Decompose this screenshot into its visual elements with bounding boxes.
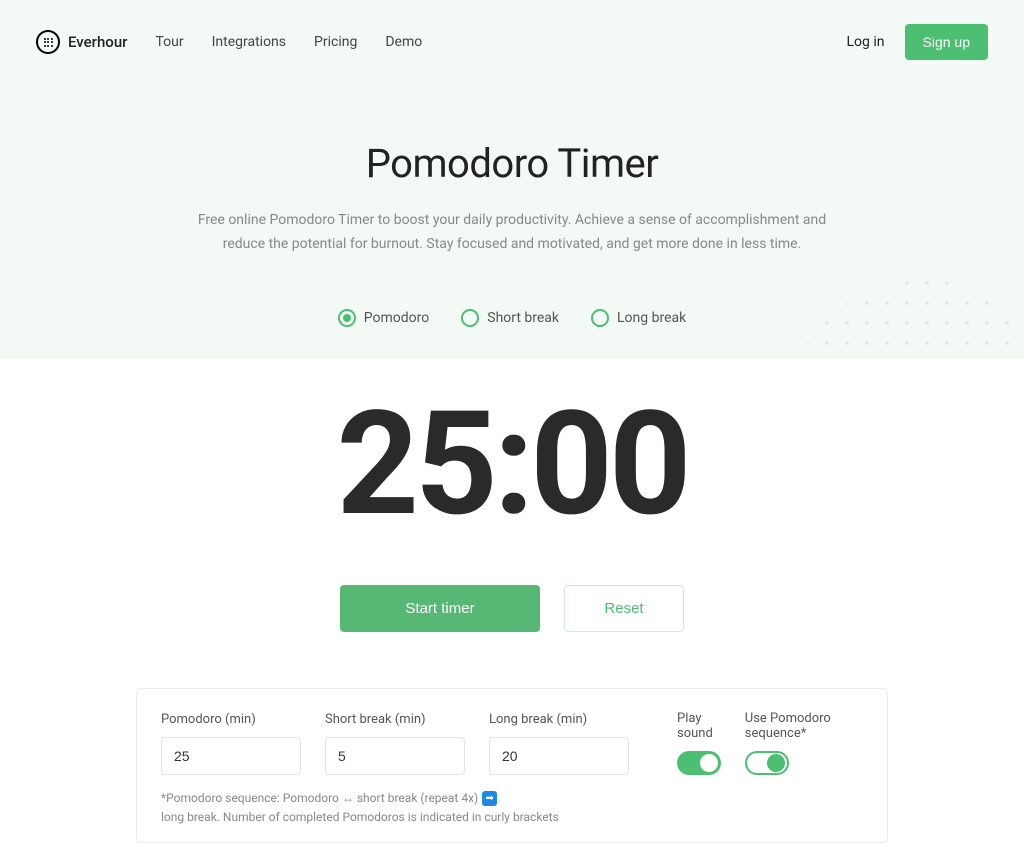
logo[interactable]: Everhour	[36, 30, 127, 54]
pomodoro-min-input[interactable]	[161, 737, 301, 775]
toggle-knob-icon	[700, 754, 718, 772]
timer-display: 25:00	[0, 393, 1024, 537]
short-break-min-label: Short break (min)	[325, 712, 465, 727]
page-title: Pomodoro Timer	[120, 140, 904, 187]
arrow-right-icon: ➡	[482, 791, 497, 806]
reset-button[interactable]: Reset	[564, 585, 684, 632]
pomodoro-min-label: Pomodoro (min)	[161, 712, 301, 727]
logo-text: Everhour	[68, 33, 127, 51]
long-break-min-input[interactable]	[489, 737, 629, 775]
tab-pomodoro[interactable]: Pomodoro	[338, 309, 429, 327]
nav-pricing[interactable]: Pricing	[314, 34, 357, 50]
play-sound-toggle[interactable]	[677, 751, 721, 775]
timer-section: 25:00 Start timer Reset	[0, 359, 1024, 688]
settings-footnote: *Pomodoro sequence: Pomodoro ↔ short bre…	[161, 791, 863, 824]
play-sound-label: Play sound	[677, 711, 727, 741]
tab-long-break[interactable]: Long break	[591, 309, 686, 327]
mode-tabs: Pomodoro Short break Long break	[0, 293, 1024, 359]
signup-button[interactable]: Sign up	[905, 24, 988, 60]
main-nav: Tour Integrations Pricing Demo	[155, 34, 422, 50]
logo-icon	[36, 30, 60, 54]
radio-unselected-icon	[461, 309, 479, 327]
tab-label: Short break	[487, 310, 559, 326]
radio-unselected-icon	[591, 309, 609, 327]
short-break-min-input[interactable]	[325, 737, 465, 775]
page-description: Free online Pomodoro Timer to boost your…	[192, 209, 832, 257]
header: Everhour Tour Integrations Pricing Demo …	[0, 0, 1024, 84]
tab-label: Pomodoro	[364, 310, 429, 326]
login-link[interactable]: Log in	[847, 34, 885, 50]
nav-integrations[interactable]: Integrations	[212, 34, 286, 50]
nav-tour[interactable]: Tour	[155, 34, 183, 50]
tab-label: Long break	[617, 310, 686, 326]
hero: Pomodoro Timer Free online Pomodoro Time…	[0, 84, 1024, 293]
nav-demo[interactable]: Demo	[385, 34, 422, 50]
toggle-knob-icon	[767, 754, 785, 772]
use-sequence-label: Use Pomodoro sequence*	[745, 711, 863, 741]
radio-selected-icon	[338, 309, 356, 327]
long-break-min-label: Long break (min)	[489, 712, 629, 727]
tab-short-break[interactable]: Short break	[461, 309, 559, 327]
use-sequence-toggle[interactable]	[745, 751, 789, 775]
start-timer-button[interactable]: Start timer	[340, 585, 540, 632]
settings-card: Pomodoro (min) Short break (min) Long br…	[136, 688, 888, 843]
